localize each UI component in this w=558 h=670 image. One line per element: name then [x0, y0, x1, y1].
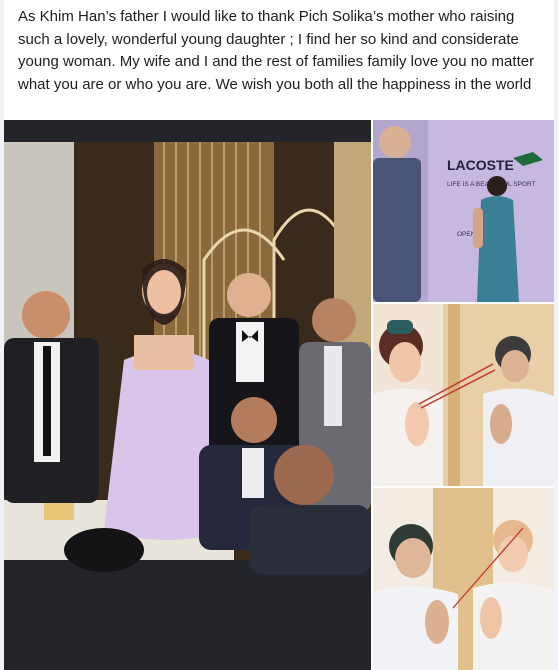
praying-couple-image-1	[373, 304, 554, 486]
photo-praying-couple-1[interactable]	[373, 304, 554, 486]
photo-praying-couple-2[interactable]	[373, 488, 554, 670]
praying-couple-image-2	[373, 488, 554, 670]
photo-lacoste-event[interactable]: LACOSTE LIFE IS A BEAUTIFUL SPORT OPEN	[373, 120, 554, 302]
photo-grid: LACOSTE LIFE IS A BEAUTIFUL SPORT OPEN	[4, 120, 554, 670]
post-text: As Khim Han’s father I would like to tha…	[18, 8, 535, 93]
lacoste-open-text: OPEN	[457, 231, 476, 238]
photo-main-wedding-party[interactable]	[4, 120, 371, 670]
lacoste-logo-text: LACOSTE	[447, 157, 514, 173]
lacoste-event-image: LACOSTE LIFE IS A BEAUTIFUL SPORT OPEN	[373, 120, 554, 302]
facebook-post: As Khim Han’s father I would like to tha…	[4, 0, 554, 670]
wedding-party-image	[4, 120, 371, 670]
